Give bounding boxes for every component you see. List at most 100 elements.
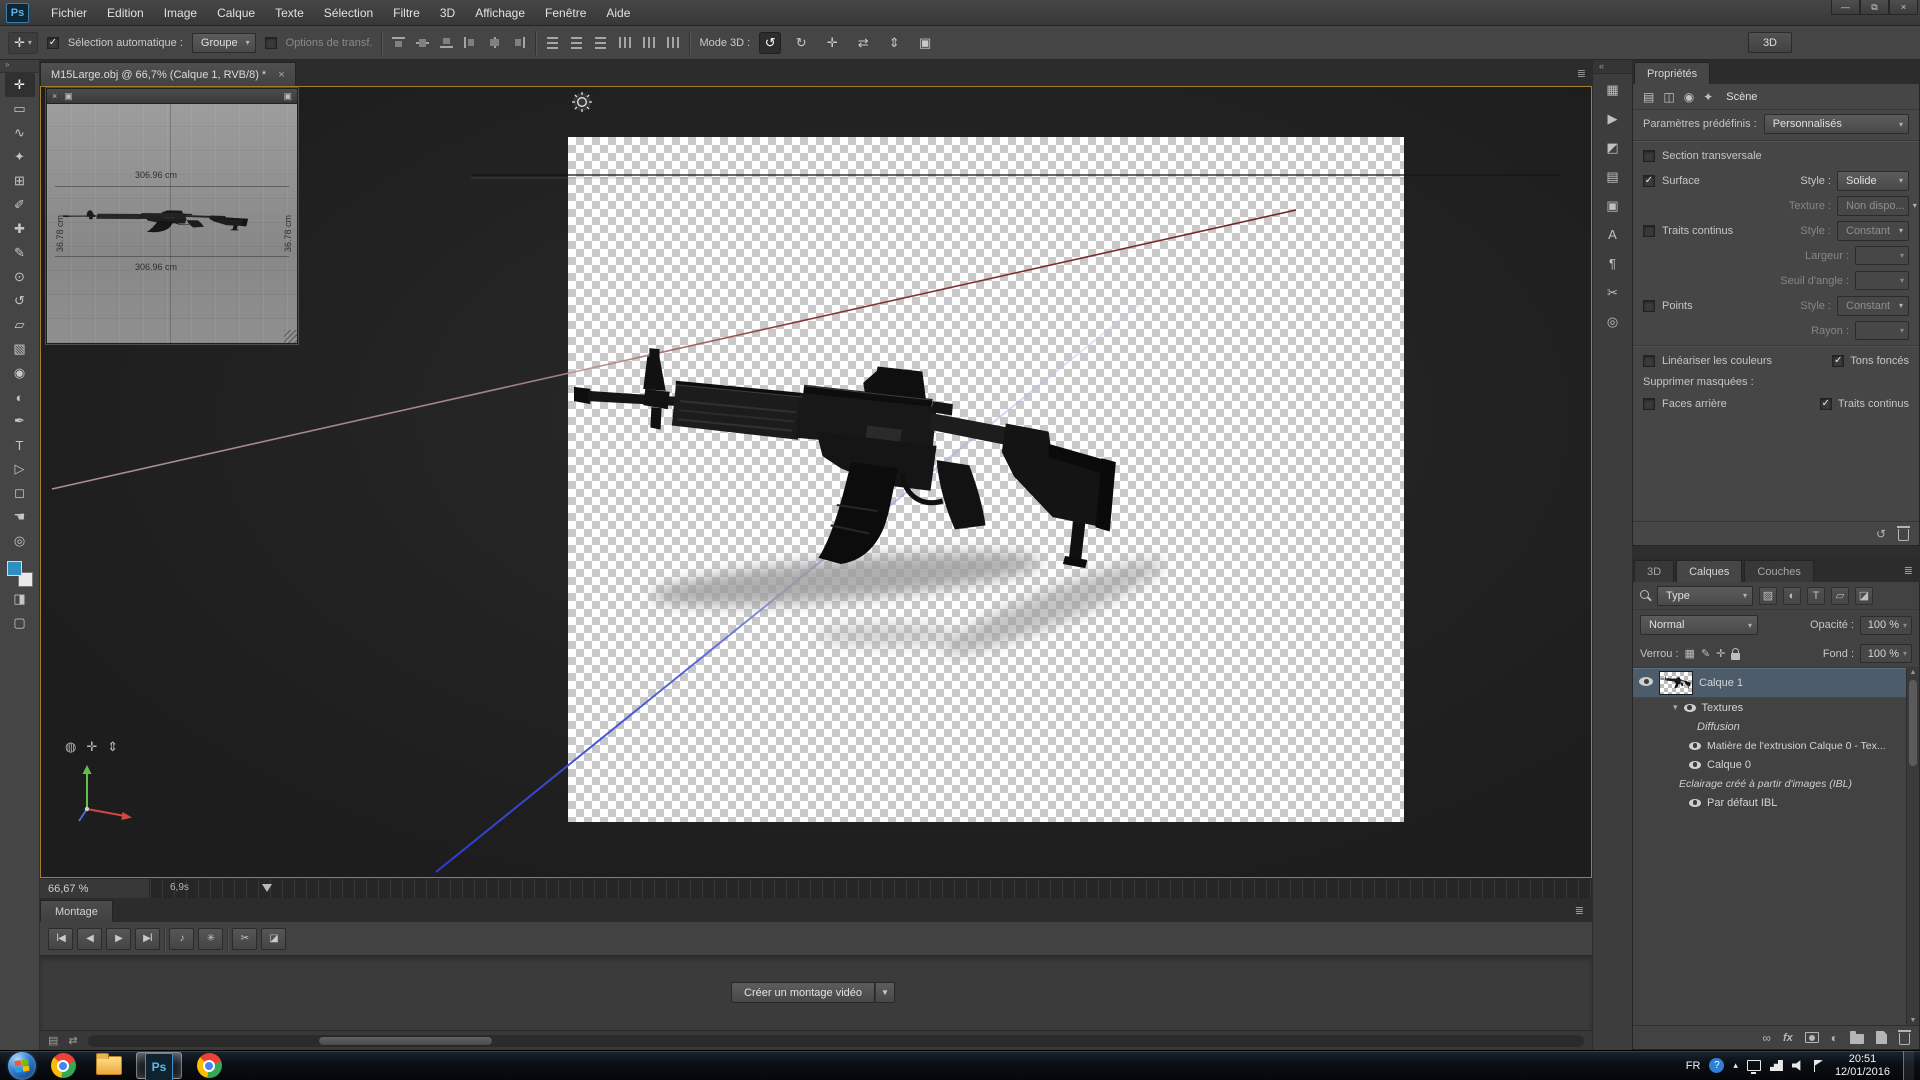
fill-field[interactable]: 100 %: [1860, 644, 1912, 663]
layer-thumbnail[interactable]: [1659, 671, 1693, 695]
align-left-icon[interactable]: [463, 36, 478, 49]
toolbar-collapse-icon[interactable]: »: [0, 60, 39, 73]
angle-threshold-field[interactable]: [1855, 271, 1909, 290]
layer-row-matiere[interactable]: Matière de l'extrusion Calque 0 - Tex...: [1633, 736, 1906, 755]
layers-scrollbar[interactable]: ▲ ▼: [1906, 668, 1919, 1025]
3d-scale-mode-icon[interactable]: ⇕: [883, 32, 905, 54]
panel-icon-character[interactable]: A: [1598, 221, 1628, 248]
secondary-view-options-icon[interactable]: ▣: [283, 91, 292, 102]
panel-icon-navigator[interactable]: ▣: [1598, 192, 1628, 219]
foreground-color-swatch[interactable]: [6, 561, 22, 576]
panel-icon-info[interactable]: ▤: [1598, 163, 1628, 190]
close-button[interactable]: ×: [1889, 0, 1918, 15]
lock-transparency-icon[interactable]: ▦: [1685, 647, 1695, 660]
horizontal-scrollbar[interactable]: [87, 1034, 1584, 1047]
quick-selection-tool[interactable]: ✦: [5, 145, 35, 169]
layer-row-textures[interactable]: ▾ Textures: [1633, 698, 1906, 717]
layers-panel-menu-icon[interactable]: ≣: [1904, 564, 1913, 577]
lock-all-icon[interactable]: [1731, 647, 1741, 660]
lasso-tool[interactable]: ∿: [5, 121, 35, 145]
panel-icon-swatches[interactable]: ◎: [1598, 308, 1628, 335]
healing-brush-tool[interactable]: ✚: [5, 217, 35, 241]
scene-filter-icon[interactable]: ▤: [1643, 90, 1654, 104]
scroll-up-icon[interactable]: ▲: [1907, 669, 1919, 676]
transform-options-checkbox[interactable]: [264, 36, 277, 49]
minimize-button[interactable]: —: [1831, 0, 1860, 15]
taskbar-explorer[interactable]: [90, 1052, 128, 1080]
3d-orbit-mode-icon[interactable]: ↺: [759, 31, 782, 54]
shape-tool[interactable]: ◻: [5, 481, 35, 505]
dodge-tool[interactable]: ◐: [5, 385, 35, 409]
language-indicator[interactable]: FR: [1686, 1060, 1701, 1072]
scroll-down-icon[interactable]: ▼: [1907, 1017, 1919, 1024]
layer-name[interactable]: Matière de l'extrusion Calque 0 - Tex...: [1707, 740, 1886, 752]
panel-icon-styles[interactable]: ◩: [1598, 134, 1628, 161]
layer-name[interactable]: Textures: [1702, 702, 1744, 714]
montage-tab[interactable]: Montage: [40, 900, 113, 922]
tab-proprietes[interactable]: Propriétés: [1634, 62, 1711, 84]
blur-tool[interactable]: ◉: [5, 361, 35, 385]
radius-field[interactable]: [1855, 321, 1909, 340]
transition-button[interactable]: ◪: [261, 927, 286, 950]
menu-image[interactable]: Image: [154, 6, 207, 20]
help-icon[interactable]: ?: [1709, 1058, 1725, 1073]
distribute-vertical-icon[interactable]: [569, 36, 584, 49]
filter-shape-layers-icon[interactable]: ▱: [1831, 586, 1849, 605]
panel-icon-actions[interactable]: ▶: [1598, 105, 1628, 132]
color-swatches[interactable]: [6, 561, 33, 587]
history-brush-tool[interactable]: ↺: [5, 289, 35, 313]
tab-calques[interactable]: Calques: [1676, 560, 1743, 582]
align-right-icon[interactable]: [511, 36, 526, 49]
distribute-bottom-icon[interactable]: [593, 36, 608, 49]
workspace-switcher[interactable]: 3D: [1747, 32, 1792, 53]
type-tool[interactable]: T: [5, 433, 35, 457]
link-layers-icon[interactable]: ∞: [1762, 1031, 1771, 1045]
disclosure-triangle-icon[interactable]: ▾: [1673, 702, 1678, 713]
distribute-horizontal-icon[interactable]: [641, 36, 656, 49]
zoom-3d-icon[interactable]: ⇕: [107, 739, 118, 755]
tab-bar-menu-icon[interactable]: ≣: [1577, 67, 1586, 80]
render-refresh-icon[interactable]: ↺: [1876, 527, 1886, 541]
play-button[interactable]: ▶: [106, 927, 131, 950]
width-field[interactable]: [1855, 246, 1909, 265]
surface-checkbox[interactable]: [1643, 174, 1655, 187]
lights-filter-icon[interactable]: ✦: [1703, 90, 1713, 104]
start-button[interactable]: [8, 1051, 36, 1080]
layer-name[interactable]: Calque 1: [1699, 677, 1743, 689]
eye-icon[interactable]: [1689, 760, 1701, 769]
timeline-frames-icon[interactable]: ▤: [48, 1034, 58, 1047]
taskbar-photoshop[interactable]: Ps: [136, 1052, 182, 1080]
new-layer-icon[interactable]: [1876, 1031, 1887, 1044]
zoom-tool[interactable]: ◎: [5, 529, 35, 553]
show-desktop-button[interactable]: [1903, 1050, 1914, 1080]
tab-couches[interactable]: Couches: [1744, 560, 1814, 582]
next-frame-button[interactable]: ▶Ⅰ: [135, 927, 160, 950]
crop-tool[interactable]: ⊞: [5, 169, 35, 193]
filter-adjustment-layers-icon[interactable]: ◐: [1783, 586, 1801, 605]
eye-icon[interactable]: [1683, 703, 1696, 712]
menu-texte[interactable]: Texte: [265, 6, 314, 20]
3d-axis-widget[interactable]: ◍ ✛ ⇕: [61, 739, 171, 830]
create-video-timeline-dropdown-icon[interactable]: ▼: [875, 982, 896, 1003]
tab-3d[interactable]: 3D: [1634, 560, 1675, 582]
menu-affichage[interactable]: Affichage: [465, 6, 535, 20]
action-center-tray-icon[interactable]: [1813, 1059, 1823, 1072]
zoom-level[interactable]: 66,67 %: [40, 879, 150, 898]
move-tool[interactable]: ✛: [4, 73, 35, 97]
lock-position-icon[interactable]: ✛: [1716, 647, 1725, 660]
menu-fenetre[interactable]: Fenêtre: [535, 6, 596, 20]
menu-filtre[interactable]: Filtre: [383, 6, 430, 20]
add-mask-icon[interactable]: [1804, 1032, 1819, 1043]
light-source-widget[interactable]: [571, 91, 593, 113]
clone-stamp-tool[interactable]: ⊙: [5, 265, 35, 289]
taskbar-clock[interactable]: 20:51 12/01/2016: [1835, 1053, 1890, 1079]
previous-frame-button[interactable]: ◀: [77, 927, 102, 950]
create-video-timeline-button[interactable]: Créer un montage vidéo: [731, 982, 876, 1003]
panel-icon-paragraph[interactable]: ¶: [1598, 250, 1628, 277]
secondary-view-swap-icon[interactable]: ▣: [64, 91, 73, 102]
filter-pixel-layers-icon[interactable]: ▨: [1759, 586, 1777, 605]
restore-button[interactable]: ⧉: [1860, 0, 1889, 15]
dark-tones-checkbox[interactable]: [1832, 354, 1845, 367]
playhead-marker[interactable]: [262, 884, 272, 892]
panel-icon-clone-source[interactable]: ✂: [1598, 279, 1628, 306]
